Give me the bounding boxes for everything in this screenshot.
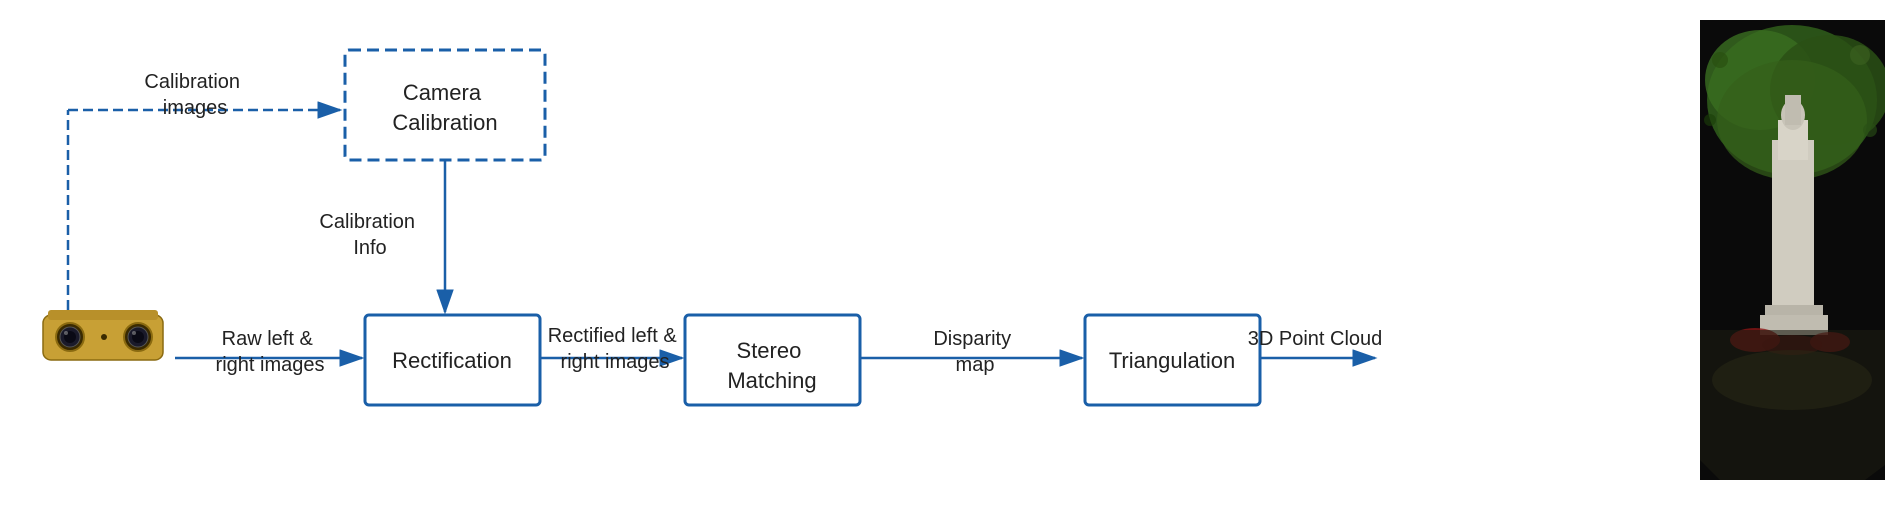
- pipeline-svg: Camera Calibration Rectification Stereo …: [0, 0, 1895, 507]
- svg-text:Disparity map: Disparity map: [933, 328, 1016, 376]
- camera-calibration-box: [345, 50, 545, 160]
- svg-text:3D Point Cloud: 3D Point Cloud: [1248, 328, 1383, 350]
- svg-text:Calibration Info: Calibration Info: [319, 211, 420, 259]
- svg-text:Rectified left & right i: Rectified left & right images: [548, 325, 683, 373]
- svg-text:Raw left & right images: Raw left & right images: [216, 328, 325, 376]
- svg-text:Triangulation: Triangulation: [1109, 348, 1235, 373]
- svg-text:Rectification: Rectification: [392, 348, 512, 373]
- diagram-container: Camera Calibration Rectification Stereo …: [0, 0, 1895, 507]
- svg-text:Calibration images: Calibration images: [144, 71, 245, 119]
